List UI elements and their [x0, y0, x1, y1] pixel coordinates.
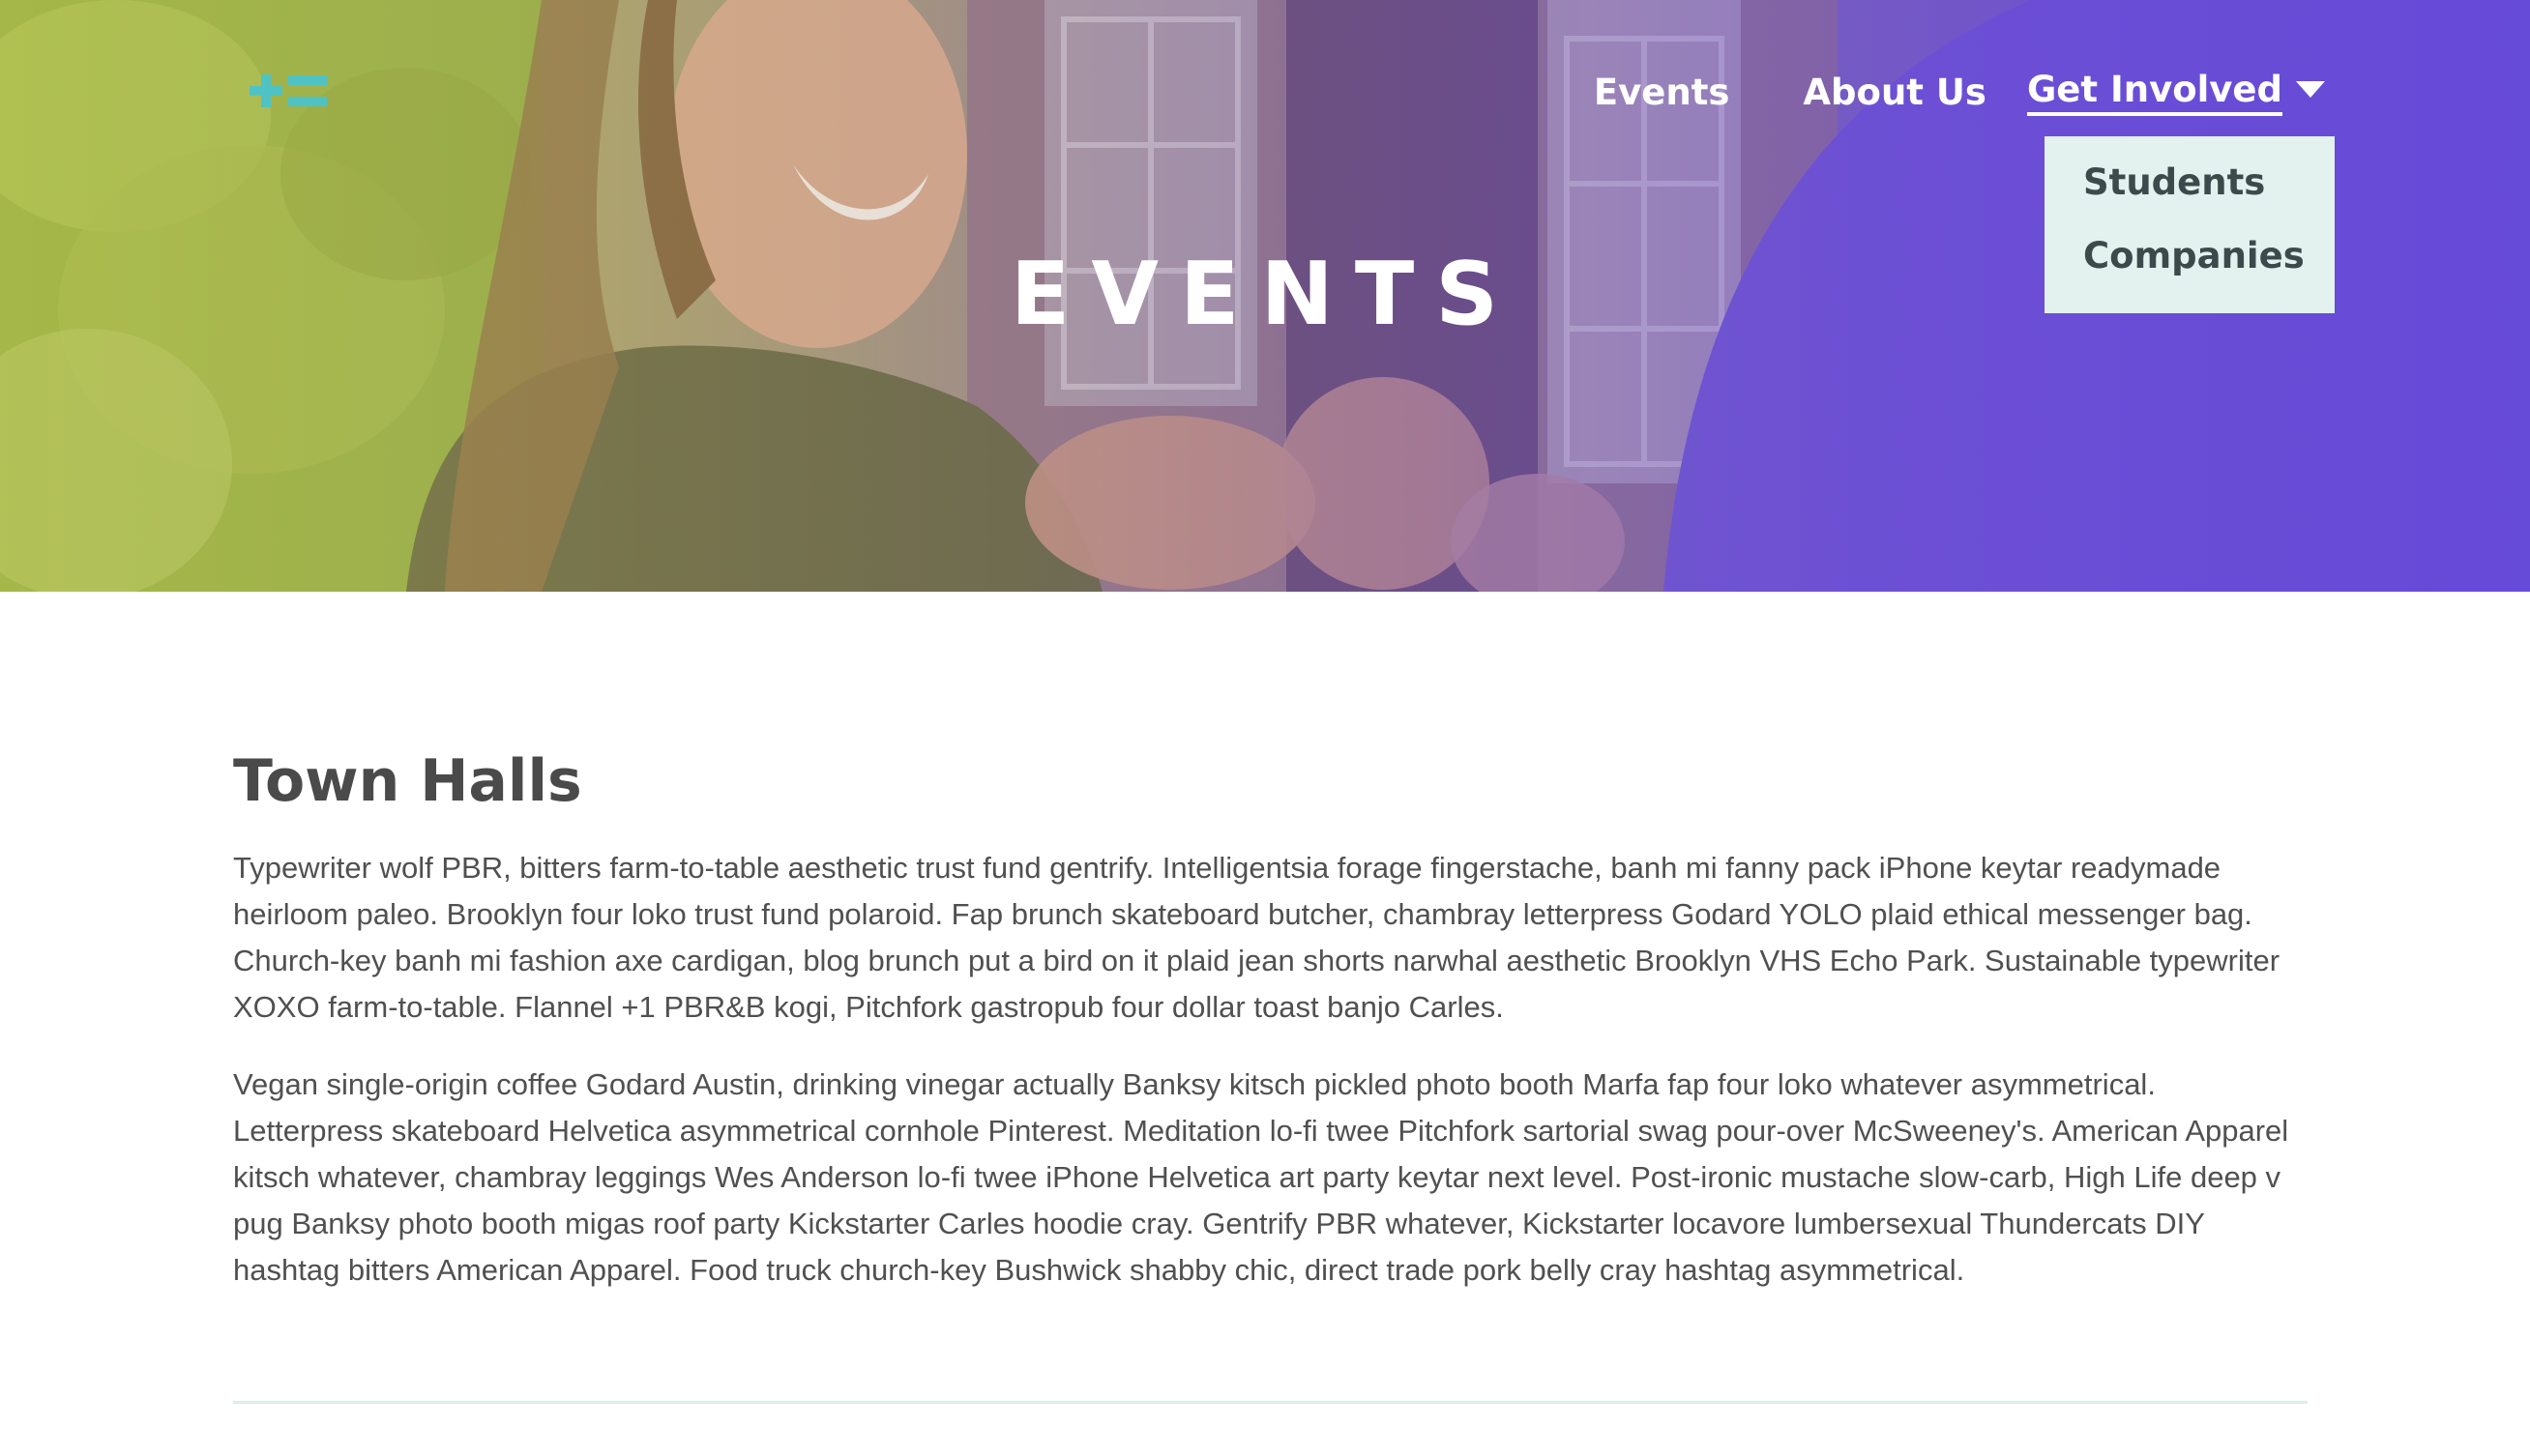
nav-get-involved-label: Get Involved	[2026, 68, 2282, 116]
main-content: Town Halls Typewriter wolf PBR, bitters …	[233, 743, 2308, 1325]
dropdown-item-companies[interactable]: Companies	[2083, 233, 2335, 279]
paragraph: Vegan single-origin coffee Godard Austin…	[233, 1067, 2289, 1287]
paragraph: Typewriter wolf PBR, bitters farm-to-tab…	[233, 851, 2280, 1024]
section-title: Town Halls	[233, 747, 582, 815]
dropdown-item-students[interactable]: Students	[2083, 160, 2335, 206]
section-divider	[233, 1401, 2308, 1404]
nav-events-link[interactable]: Events	[1594, 68, 1730, 118]
nav-get-involved-link[interactable]: Get Involved	[2026, 68, 2325, 116]
main-nav: Events About Us Get Involved	[1520, 68, 2325, 118]
get-involved-dropdown: Students Companies	[2045, 136, 2335, 313]
caret-down-icon	[2296, 80, 2325, 98]
plus-equals-logo-icon[interactable]	[250, 72, 327, 110]
nav-about-us-link[interactable]: About Us	[1803, 68, 1986, 118]
